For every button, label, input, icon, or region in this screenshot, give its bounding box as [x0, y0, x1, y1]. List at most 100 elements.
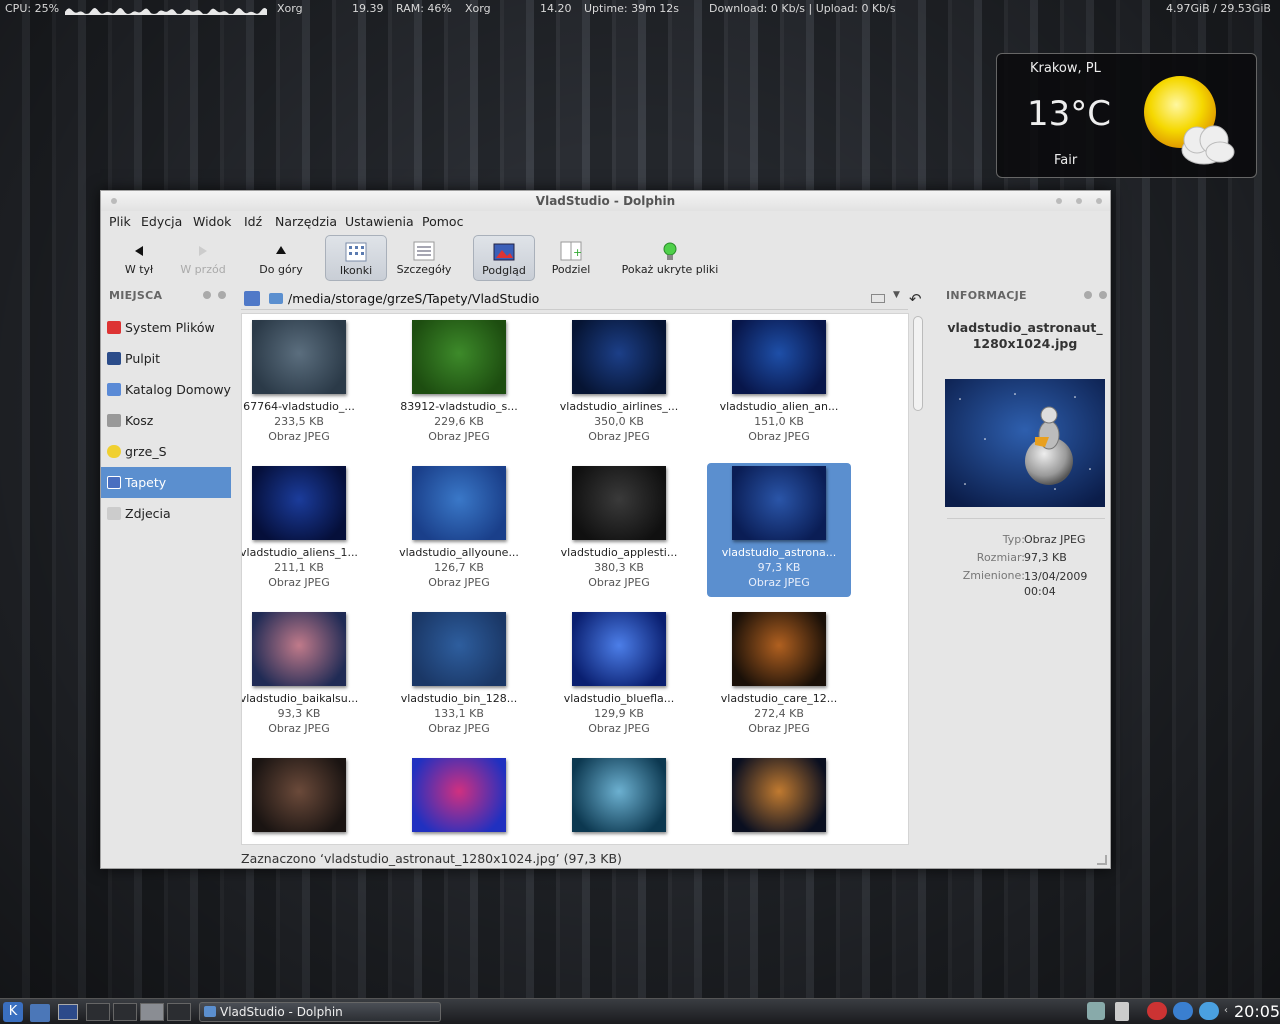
pager-desktop-1[interactable]	[86, 1003, 110, 1021]
file-type: Obraz JPEG	[748, 576, 810, 589]
help-icon[interactable]	[1199, 1002, 1219, 1020]
window-titlebar[interactable]: VladStudio - Dolphin	[101, 191, 1110, 211]
place-katalog-domowy[interactable]: Katalog Domowy	[101, 374, 231, 405]
information-panel: INFORMACJE vladstudio_astronaut_ 1280x10…	[937, 287, 1110, 847]
star-icon	[107, 445, 121, 458]
file-size: 272,4 KB	[754, 707, 804, 720]
image-thumbnail	[732, 320, 826, 394]
taskbar-window-dolphin[interactable]: VladStudio - Dolphin	[199, 1002, 441, 1022]
file-name: vladstudio_alien_an...	[719, 400, 839, 413]
chevron-down-icon[interactable]: ▼	[893, 290, 900, 300]
file-size: 211,1 KB	[274, 561, 324, 574]
file-item[interactable]	[242, 755, 371, 844]
weather-widget[interactable]: Krakow, PL 13°C Fair	[996, 53, 1257, 178]
preview-icon	[493, 242, 515, 262]
menu-idz[interactable]: Idź	[244, 214, 262, 229]
file-item[interactable]	[547, 755, 691, 844]
show-desktop-icon[interactable]	[58, 1004, 78, 1020]
window-menu-icon[interactable]	[111, 198, 117, 204]
place-zdjecia[interactable]: Zdjecia	[101, 498, 231, 529]
device-notifier-icon[interactable]	[1087, 1002, 1105, 1020]
file-item[interactable]: vladstudio_astrona... 97,3 KB Obraz JPEG	[707, 463, 851, 597]
file-item[interactable]: vladstudio_care_12... 272,4 KB Obraz JPEG	[707, 609, 851, 743]
maximize-icon[interactable]	[1076, 198, 1082, 204]
place-grze-s[interactable]: grze_S	[101, 436, 231, 467]
details-view-button[interactable]: Szczegóły	[393, 235, 455, 281]
menu-narzedzia[interactable]: Narzędzia	[275, 214, 337, 229]
location-path[interactable]: /media/storage/grzeS/Tapety/VladStudio	[288, 291, 539, 306]
lightbulb-icon	[659, 241, 681, 261]
resize-grip-icon[interactable]	[1097, 855, 1107, 865]
breadcrumb-toggle-icon[interactable]	[871, 294, 885, 303]
file-icon-view[interactable]: 67764-vladstudio_... 233,5 KB Obraz JPEG 83…	[241, 313, 909, 845]
file-item[interactable]: vladstudio_allyoune... 126,7 KB Obraz JPEG	[387, 463, 531, 597]
menu-edycja[interactable]: Edycja	[141, 214, 182, 229]
vertical-scrollbar[interactable]	[913, 316, 923, 846]
icons-view-button[interactable]: Ikonki	[325, 235, 387, 281]
network-label: Download: 0 Kb/s | Upload: 0 Kb/s	[709, 2, 896, 15]
folder-icon	[269, 293, 283, 304]
dolphin-window[interactable]: VladStudio - Dolphin Plik Edycja Widok I…	[100, 190, 1111, 869]
place-kosz[interactable]: Kosz	[101, 405, 231, 436]
tray-expand-icon[interactable]: ‹	[1224, 1005, 1228, 1016]
preview-toggle-button[interactable]: Podgląd	[473, 235, 535, 281]
location-bar[interactable]: /media/storage/grzeS/Tapety/VladStudio ▼	[241, 288, 908, 310]
sun-cloud-icon	[1142, 62, 1242, 172]
menu-widok[interactable]: Widok	[193, 214, 231, 229]
updates-icon[interactable]	[1173, 1002, 1193, 1020]
home-folder-launcher-icon[interactable]	[30, 1004, 50, 1022]
system-monitor-bar: CPU: 25% Xorg 19.39 RAM: 46% Xorg 14.20 …	[0, 0, 1280, 18]
file-item[interactable]: vladstudio_alien_an... 151,0 KB Obraz JPEG	[707, 317, 851, 451]
scrollbar-thumb[interactable]	[913, 316, 923, 411]
file-item[interactable]: vladstudio_airlines_... 350,0 KB Obraz JPE…	[547, 317, 691, 451]
file-size: 93,3 KB	[277, 707, 321, 720]
undo-arrow-icon[interactable]: ↶	[909, 290, 922, 308]
panel-detach-icon[interactable]	[1084, 291, 1092, 299]
file-item[interactable]	[707, 755, 851, 844]
file-type: Obraz JPEG	[748, 430, 810, 443]
file-item[interactable]: vladstudio_bluefla... 129,9 KB Obraz JPEG	[547, 609, 691, 743]
desktop-icon	[107, 352, 121, 365]
panel-close-icon[interactable]	[1099, 291, 1107, 299]
file-name: vladstudio_allyoune...	[399, 546, 519, 559]
file-name: vladstudio_applesti...	[560, 546, 678, 559]
image-thumbnail	[252, 466, 346, 540]
panel-detach-icon[interactable]	[203, 291, 211, 299]
up-button[interactable]: Do góry	[253, 235, 309, 281]
file-item[interactable]: vladstudio_applesti... 380,3 KB Obraz JPEG	[547, 463, 691, 597]
file-name: vladstudio_aliens_1...	[241, 546, 358, 559]
file-item[interactable]: vladstudio_baikalsu... 93,3 KB Obraz JPEG	[242, 609, 371, 743]
pager-desktop-4[interactable]	[167, 1003, 191, 1021]
forward-button[interactable]: W przód	[175, 235, 231, 281]
klipper-icon[interactable]	[1115, 1002, 1129, 1021]
place-tapety[interactable]: Tapety	[101, 467, 231, 498]
file-item[interactable]: vladstudio_bin_128... 133,1 KB Obraz JPEG	[387, 609, 531, 743]
info-divider	[947, 518, 1105, 519]
network-icon[interactable]	[1147, 1002, 1167, 1020]
back-button[interactable]: W tył	[115, 235, 163, 281]
menu-ustawienia[interactable]: Ustawienia	[345, 214, 414, 229]
file-item[interactable]: 67764-vladstudio_... 233,5 KB Obraz JPEG	[242, 317, 371, 451]
pager-desktop-3[interactable]	[140, 1003, 164, 1021]
image-thumbnail	[412, 466, 506, 540]
show-hidden-files-button[interactable]: Pokaż ukryte pliki	[617, 235, 723, 281]
menu-pomoc[interactable]: Pomoc	[422, 214, 463, 229]
close-icon[interactable]	[1096, 198, 1102, 204]
file-item[interactable]: vladstudio_aliens_1... 211,1 KB Obraz JPEG	[241, 463, 371, 597]
svg-text:+: +	[573, 246, 582, 259]
image-thumbnail	[412, 320, 506, 394]
place-pulpit[interactable]: Pulpit	[101, 343, 231, 374]
menu-plik[interactable]: Plik	[109, 214, 131, 229]
panel-close-icon[interactable]	[218, 291, 226, 299]
pager-desktop-2[interactable]	[113, 1003, 137, 1021]
file-item[interactable]	[387, 755, 531, 844]
image-thumbnail	[732, 612, 826, 686]
file-item[interactable]: 83912-vladstudio_s... 229,6 KB Obraz JPEG	[387, 317, 531, 451]
clock[interactable]: 20:05	[1234, 1002, 1280, 1021]
kde-menu-icon[interactable]: K	[3, 1002, 23, 1022]
split-view-button[interactable]: + Podziel	[543, 235, 599, 281]
place-system-plikow[interactable]: System Plików	[101, 312, 231, 343]
process-1-value: 19.39	[352, 2, 384, 15]
minimize-icon[interactable]	[1056, 198, 1062, 204]
file-type: Obraz JPEG	[588, 722, 650, 735]
